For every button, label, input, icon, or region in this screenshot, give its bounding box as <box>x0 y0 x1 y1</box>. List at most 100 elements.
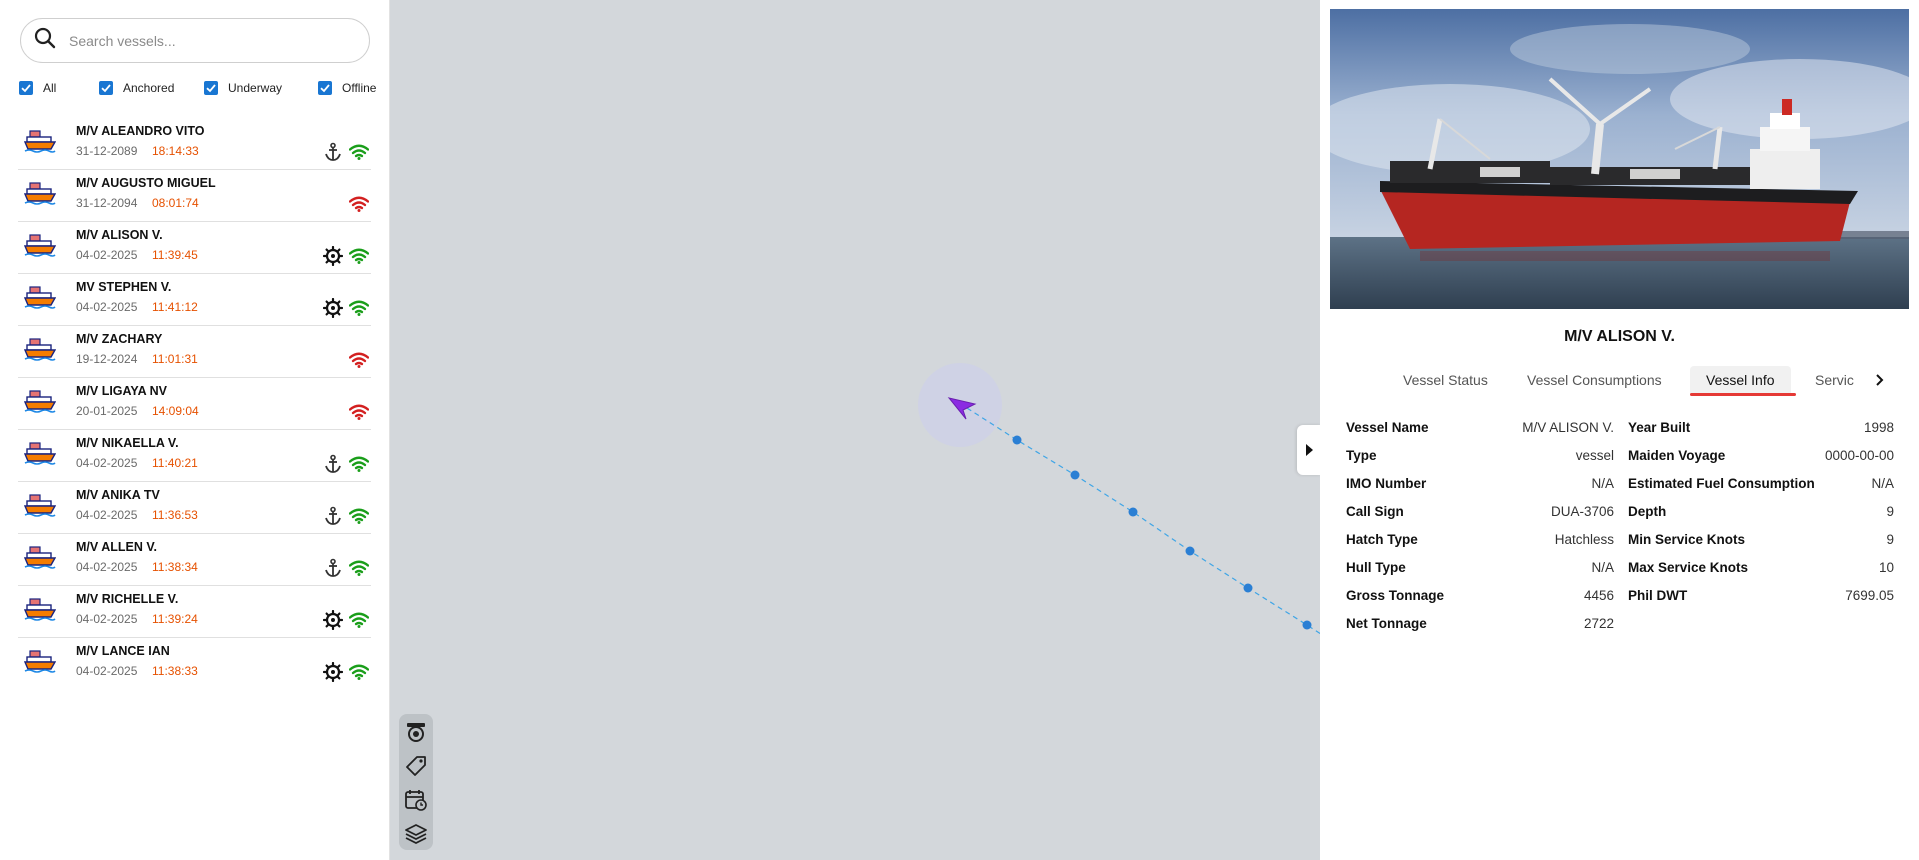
panel-tabs: Vessel Status Vessel Consumptions Vessel… <box>1320 360 1919 400</box>
filter-anchored[interactable]: Anchored <box>99 81 174 95</box>
vessel-photo <box>1330 9 1909 309</box>
checkbox-checked-icon[interactable] <box>204 81 218 95</box>
ship-icon <box>23 493 57 522</box>
ship-icon <box>23 337 57 366</box>
info-row: Maiden Voyage 0000-00-00 <box>1628 448 1894 468</box>
signal-online-icon <box>348 612 370 633</box>
vessel-list-item[interactable]: M/V ALEANDRO VITO 31-12-2089 18:14:33 <box>18 118 371 170</box>
vessel-date: 20-01-2025 <box>76 404 138 418</box>
search-box[interactable] <box>20 18 370 63</box>
info-value: N/A <box>1591 476 1614 491</box>
vessel-time: 11:39:24 <box>152 612 198 626</box>
vessel-date: 19-12-2024 <box>76 352 138 366</box>
tag-icon[interactable] <box>404 754 428 778</box>
tabs-scroll-right-button[interactable] <box>1872 368 1888 397</box>
ship-icon <box>23 285 57 314</box>
info-value: DUA-3706 <box>1550 504 1614 519</box>
anchor-icon <box>323 454 343 479</box>
ship-icon <box>23 389 57 418</box>
collapse-panel-button[interactable] <box>1297 425 1321 475</box>
tab-vessel-consumptions[interactable]: Vessel Consumptions <box>1527 366 1662 394</box>
ship-wheel-icon <box>322 661 344 687</box>
vessel-list-item[interactable]: M/V LANCE IAN 04-02-2025 11:38:33 <box>18 638 371 690</box>
map-view[interactable] <box>390 0 1320 860</box>
track-point <box>1243 583 1253 593</box>
vessel-date: 31-12-2089 <box>76 144 138 158</box>
signal-online-icon <box>348 664 370 685</box>
info-value: 2722 <box>1583 616 1614 631</box>
vessel-list-item[interactable]: M/V AUGUSTO MIGUEL 31-12-2094 08:01:74 <box>18 170 371 222</box>
vessel-name: M/V ALISON V. <box>76 228 163 242</box>
vessel-list-item[interactable]: M/V ANIKA TV 04-02-2025 11:36:53 <box>18 482 371 534</box>
signal-online-icon <box>348 248 370 269</box>
vessel-time: 11:38:33 <box>152 664 198 678</box>
info-row: Hatch Type Hatchless <box>1346 532 1614 552</box>
ship-wheel-icon <box>322 609 344 635</box>
search-icon <box>33 26 57 55</box>
signal-online-icon <box>348 508 370 529</box>
map-toolbar <box>399 714 433 850</box>
info-label: Hatch Type <box>1346 532 1418 547</box>
vessel-name: MV STEPHEN V. <box>76 280 172 294</box>
info-row: Max Service Knots 10 <box>1628 560 1894 580</box>
vessel-name: M/V AUGUSTO MIGUEL <box>76 176 216 190</box>
tab-service[interactable]: Servic <box>1815 366 1854 394</box>
signal-offline-icon <box>348 196 370 217</box>
layers-icon[interactable] <box>404 822 428 846</box>
vessel-date: 04-02-2025 <box>76 560 138 574</box>
filter-anchored-label: Anchored <box>123 81 175 95</box>
info-row: Depth 9 <box>1628 504 1894 524</box>
search-input[interactable] <box>67 31 351 50</box>
tab-vessel-info[interactable]: Vessel Info <box>1690 366 1791 394</box>
info-value: 0000-00-00 <box>1824 448 1894 463</box>
calendar-clock-icon[interactable] <box>404 788 428 812</box>
checkbox-checked-icon[interactable] <box>19 81 33 95</box>
info-row: Year Built 1998 <box>1628 420 1894 440</box>
vessel-list-item[interactable]: M/V LIGAYA NV 20-01-2025 14:09:04 <box>18 378 371 430</box>
vessel-list-item[interactable]: M/V RICHELLE V. 04-02-2025 11:39:24 <box>18 586 371 638</box>
info-row: Phil DWT 7699.05 <box>1628 588 1894 608</box>
vessel-date: 04-02-2025 <box>76 248 138 262</box>
track-point <box>1012 435 1022 445</box>
info-label: Min Service Knots <box>1628 532 1746 547</box>
filter-underway[interactable]: Underway <box>204 81 282 95</box>
vessel-list-item[interactable]: M/V ALLEN V. 04-02-2025 11:38:34 <box>18 534 371 586</box>
vessel-list-item[interactable]: M/V ZACHARY 19-12-2024 11:01:31 <box>18 326 371 378</box>
active-tab-indicator <box>1690 393 1796 396</box>
vessel-name: M/V ALEANDRO VITO <box>76 124 205 138</box>
filter-offline-label: Offline <box>342 81 377 95</box>
camera-icon[interactable] <box>404 720 428 744</box>
info-label: Hull Type <box>1346 560 1406 575</box>
vessel-details-panel: M/V ALISON V. Vessel Status Vessel Consu… <box>1320 0 1919 860</box>
checkbox-checked-icon[interactable] <box>318 81 332 95</box>
info-row: Call Sign DUA-3706 <box>1346 504 1614 524</box>
signal-online-icon <box>348 560 370 581</box>
signal-offline-icon <box>348 404 370 425</box>
vessel-list: M/V ALEANDRO VITO 31-12-2089 18:14:33 M/V A… <box>18 118 371 690</box>
info-label: Type <box>1346 448 1377 463</box>
info-label: Estimated Fuel Consumption <box>1628 476 1815 491</box>
info-label: Maiden Voyage <box>1628 448 1726 463</box>
info-row: Hull Type N/A <box>1346 560 1614 580</box>
info-row: Type vessel <box>1346 448 1614 468</box>
track-point <box>1070 470 1080 480</box>
tab-vessel-status[interactable]: Vessel Status <box>1403 366 1488 394</box>
info-label: IMO Number <box>1346 476 1427 491</box>
vessel-name: M/V ALLEN V. <box>76 540 158 554</box>
vessel-date: 04-02-2025 <box>76 664 138 678</box>
filter-offline[interactable]: Offline <box>318 81 376 95</box>
info-value: 7699.05 <box>1845 588 1894 603</box>
filter-all[interactable]: All <box>19 81 56 95</box>
checkbox-checked-icon[interactable] <box>99 81 113 95</box>
vessel-list-item[interactable]: M/V NIKAELLA V. 04-02-2025 11:40:21 <box>18 430 371 482</box>
vessel-list-item[interactable]: MV STEPHEN V. 04-02-2025 11:41:12 <box>18 274 371 326</box>
signal-online-icon <box>348 456 370 477</box>
vessel-name: M/V NIKAELLA V. <box>76 436 179 450</box>
vessel-list-item[interactable]: M/V ALISON V. 04-02-2025 11:39:45 <box>18 222 371 274</box>
track-point <box>1128 507 1138 517</box>
info-row: IMO Number N/A <box>1346 476 1614 496</box>
anchor-icon <box>323 506 343 531</box>
ship-icon <box>23 181 57 210</box>
vessel-time: 11:40:21 <box>152 456 198 470</box>
vessel-name: M/V ZACHARY <box>76 332 163 346</box>
